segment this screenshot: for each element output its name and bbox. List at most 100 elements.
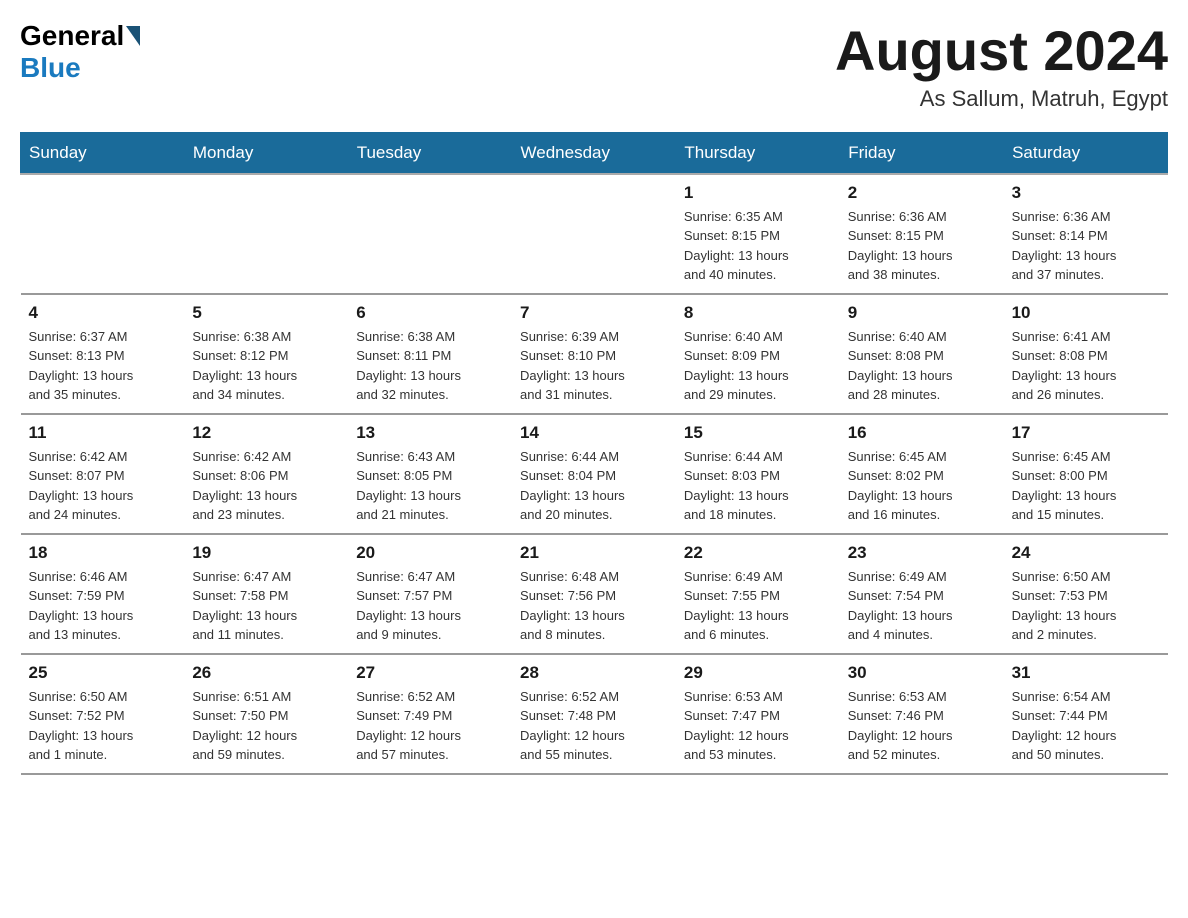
day-number: 3 [1012, 183, 1160, 203]
weekday-header-tuesday: Tuesday [348, 132, 512, 174]
calendar-cell: 3Sunrise: 6:36 AMSunset: 8:14 PMDaylight… [1004, 174, 1168, 294]
calendar-cell [348, 174, 512, 294]
calendar-cell: 19 Sunrise: 6:47 AMSunset: 7:58 PMDayligh… [184, 534, 348, 654]
calendar-week-row: 11 Sunrise: 6:42 AMSunset: 8:07 PMDayligh… [21, 414, 1168, 534]
day-info: Sunrise: 6:44 AMSunset: 8:04 PMDaylight:… [520, 447, 668, 525]
calendar-week-row: 4Sunrise: 6:37 AMSunset: 8:13 PMDaylight… [21, 294, 1168, 414]
calendar-cell: 14 Sunrise: 6:44 AMSunset: 8:04 PMDayligh… [512, 414, 676, 534]
calendar-body: 1 Sunrise: 6:35 AMSunset: 8:15 PMDaylight… [21, 174, 1168, 774]
day-info: Sunrise: 6:42 AMSunset: 8:07 PMDaylight:… [29, 447, 177, 525]
day-number: 18 [29, 543, 177, 563]
day-number: 25 [29, 663, 177, 683]
calendar-cell: 16Sunrise: 6:45 AMSunset: 8:02 PMDayligh… [840, 414, 1004, 534]
day-info: Sunrise: 6:52 AMSunset: 7:48 PMDaylight:… [520, 687, 668, 765]
day-info: Sunrise: 6:36 AMSunset: 8:15 PMDaylight:… [848, 207, 996, 285]
calendar-cell: 5 Sunrise: 6:38 AMSunset: 8:12 PMDaylight… [184, 294, 348, 414]
day-info: Sunrise: 6:39 AMSunset: 8:10 PMDaylight:… [520, 327, 668, 405]
calendar-cell: 31 Sunrise: 6:54 AMSunset: 7:44 PMDayligh… [1004, 654, 1168, 774]
day-number: 31 [1012, 663, 1160, 683]
logo: General Blue [20, 20, 142, 84]
calendar-cell: 4Sunrise: 6:37 AMSunset: 8:13 PMDaylight… [21, 294, 185, 414]
weekday-header-friday: Friday [840, 132, 1004, 174]
logo-blue-text: Blue [20, 52, 81, 83]
day-number: 27 [356, 663, 504, 683]
calendar-cell: 7 Sunrise: 6:39 AMSunset: 8:10 PMDaylight… [512, 294, 676, 414]
day-info: Sunrise: 6:53 AMSunset: 7:47 PMDaylight:… [684, 687, 832, 765]
logo-triangle-icon [126, 26, 140, 46]
day-info: Sunrise: 6:42 AMSunset: 8:06 PMDaylight:… [192, 447, 340, 525]
day-number: 7 [520, 303, 668, 323]
calendar-cell: 29 Sunrise: 6:53 AMSunset: 7:47 PMDayligh… [676, 654, 840, 774]
day-number: 11 [29, 423, 177, 443]
calendar-cell: 22Sunrise: 6:49 AMSunset: 7:55 PMDayligh… [676, 534, 840, 654]
calendar-cell: 26Sunrise: 6:51 AMSunset: 7:50 PMDayligh… [184, 654, 348, 774]
day-info: Sunrise: 6:45 AMSunset: 8:02 PMDaylight:… [848, 447, 996, 525]
month-title: August 2024 [835, 20, 1168, 82]
day-number: 30 [848, 663, 996, 683]
weekday-header-sunday: Sunday [21, 132, 185, 174]
logo-general-text: General [20, 20, 124, 52]
day-info: Sunrise: 6:41 AMSunset: 8:08 PMDaylight:… [1012, 327, 1160, 405]
calendar-cell: 2 Sunrise: 6:36 AMSunset: 8:15 PMDaylight… [840, 174, 1004, 294]
calendar-cell: 9 Sunrise: 6:40 AMSunset: 8:08 PMDaylight… [840, 294, 1004, 414]
day-info: Sunrise: 6:47 AMSunset: 7:58 PMDaylight:… [192, 567, 340, 645]
day-number: 29 [684, 663, 832, 683]
day-number: 5 [192, 303, 340, 323]
day-info: Sunrise: 6:40 AMSunset: 8:09 PMDaylight:… [684, 327, 832, 405]
calendar-cell [21, 174, 185, 294]
day-info: Sunrise: 6:47 AMSunset: 7:57 PMDaylight:… [356, 567, 504, 645]
day-number: 12 [192, 423, 340, 443]
day-number: 23 [848, 543, 996, 563]
day-info: Sunrise: 6:44 AMSunset: 8:03 PMDaylight:… [684, 447, 832, 525]
calendar-cell: 8 Sunrise: 6:40 AMSunset: 8:09 PMDaylight… [676, 294, 840, 414]
day-number: 1 [684, 183, 832, 203]
calendar-cell: 25Sunrise: 6:50 AMSunset: 7:52 PMDayligh… [21, 654, 185, 774]
day-info: Sunrise: 6:54 AMSunset: 7:44 PMDaylight:… [1012, 687, 1160, 765]
weekday-header-thursday: Thursday [676, 132, 840, 174]
calendar-cell: 27 Sunrise: 6:52 AMSunset: 7:49 PMDayligh… [348, 654, 512, 774]
calendar-cell: 28 Sunrise: 6:52 AMSunset: 7:48 PMDayligh… [512, 654, 676, 774]
day-number: 14 [520, 423, 668, 443]
day-number: 4 [29, 303, 177, 323]
calendar-week-row: 25Sunrise: 6:50 AMSunset: 7:52 PMDayligh… [21, 654, 1168, 774]
day-number: 2 [848, 183, 996, 203]
calendar-cell: 20 Sunrise: 6:47 AMSunset: 7:57 PMDayligh… [348, 534, 512, 654]
calendar-cell: 1 Sunrise: 6:35 AMSunset: 8:15 PMDaylight… [676, 174, 840, 294]
calendar-cell [512, 174, 676, 294]
day-info: Sunrise: 6:38 AMSunset: 8:11 PMDaylight:… [356, 327, 504, 405]
day-info: Sunrise: 6:52 AMSunset: 7:49 PMDaylight:… [356, 687, 504, 765]
day-number: 24 [1012, 543, 1160, 563]
page-header: General Blue August 2024 As Sallum, Matr… [20, 20, 1168, 112]
title-section: August 2024 As Sallum, Matruh, Egypt [835, 20, 1168, 112]
day-info: Sunrise: 6:40 AMSunset: 8:08 PMDaylight:… [848, 327, 996, 405]
calendar-cell: 11 Sunrise: 6:42 AMSunset: 8:07 PMDayligh… [21, 414, 185, 534]
day-number: 15 [684, 423, 832, 443]
calendar-cell: 24 Sunrise: 6:50 AMSunset: 7:53 PMDayligh… [1004, 534, 1168, 654]
location-title: As Sallum, Matruh, Egypt [835, 86, 1168, 112]
calendar-cell: 13Sunrise: 6:43 AMSunset: 8:05 PMDayligh… [348, 414, 512, 534]
day-info: Sunrise: 6:35 AMSunset: 8:15 PMDaylight:… [684, 207, 832, 285]
weekday-header-row: SundayMondayTuesdayWednesdayThursdayFrid… [21, 132, 1168, 174]
calendar-cell: 23Sunrise: 6:49 AMSunset: 7:54 PMDayligh… [840, 534, 1004, 654]
day-info: Sunrise: 6:50 AMSunset: 7:53 PMDaylight:… [1012, 567, 1160, 645]
day-number: 28 [520, 663, 668, 683]
calendar-cell [184, 174, 348, 294]
day-number: 22 [684, 543, 832, 563]
calendar-cell: 12 Sunrise: 6:42 AMSunset: 8:06 PMDayligh… [184, 414, 348, 534]
calendar-cell: 6 Sunrise: 6:38 AMSunset: 8:11 PMDaylight… [348, 294, 512, 414]
day-number: 9 [848, 303, 996, 323]
day-number: 19 [192, 543, 340, 563]
calendar-week-row: 1 Sunrise: 6:35 AMSunset: 8:15 PMDaylight… [21, 174, 1168, 294]
day-info: Sunrise: 6:48 AMSunset: 7:56 PMDaylight:… [520, 567, 668, 645]
day-number: 13 [356, 423, 504, 443]
day-number: 20 [356, 543, 504, 563]
day-number: 26 [192, 663, 340, 683]
day-number: 8 [684, 303, 832, 323]
calendar-cell: 18Sunrise: 6:46 AMSunset: 7:59 PMDayligh… [21, 534, 185, 654]
day-number: 6 [356, 303, 504, 323]
day-number: 17 [1012, 423, 1160, 443]
calendar-cell: 10 Sunrise: 6:41 AMSunset: 8:08 PMDayligh… [1004, 294, 1168, 414]
day-info: Sunrise: 6:38 AMSunset: 8:12 PMDaylight:… [192, 327, 340, 405]
day-number: 10 [1012, 303, 1160, 323]
calendar-cell: 17Sunrise: 6:45 AMSunset: 8:00 PMDayligh… [1004, 414, 1168, 534]
